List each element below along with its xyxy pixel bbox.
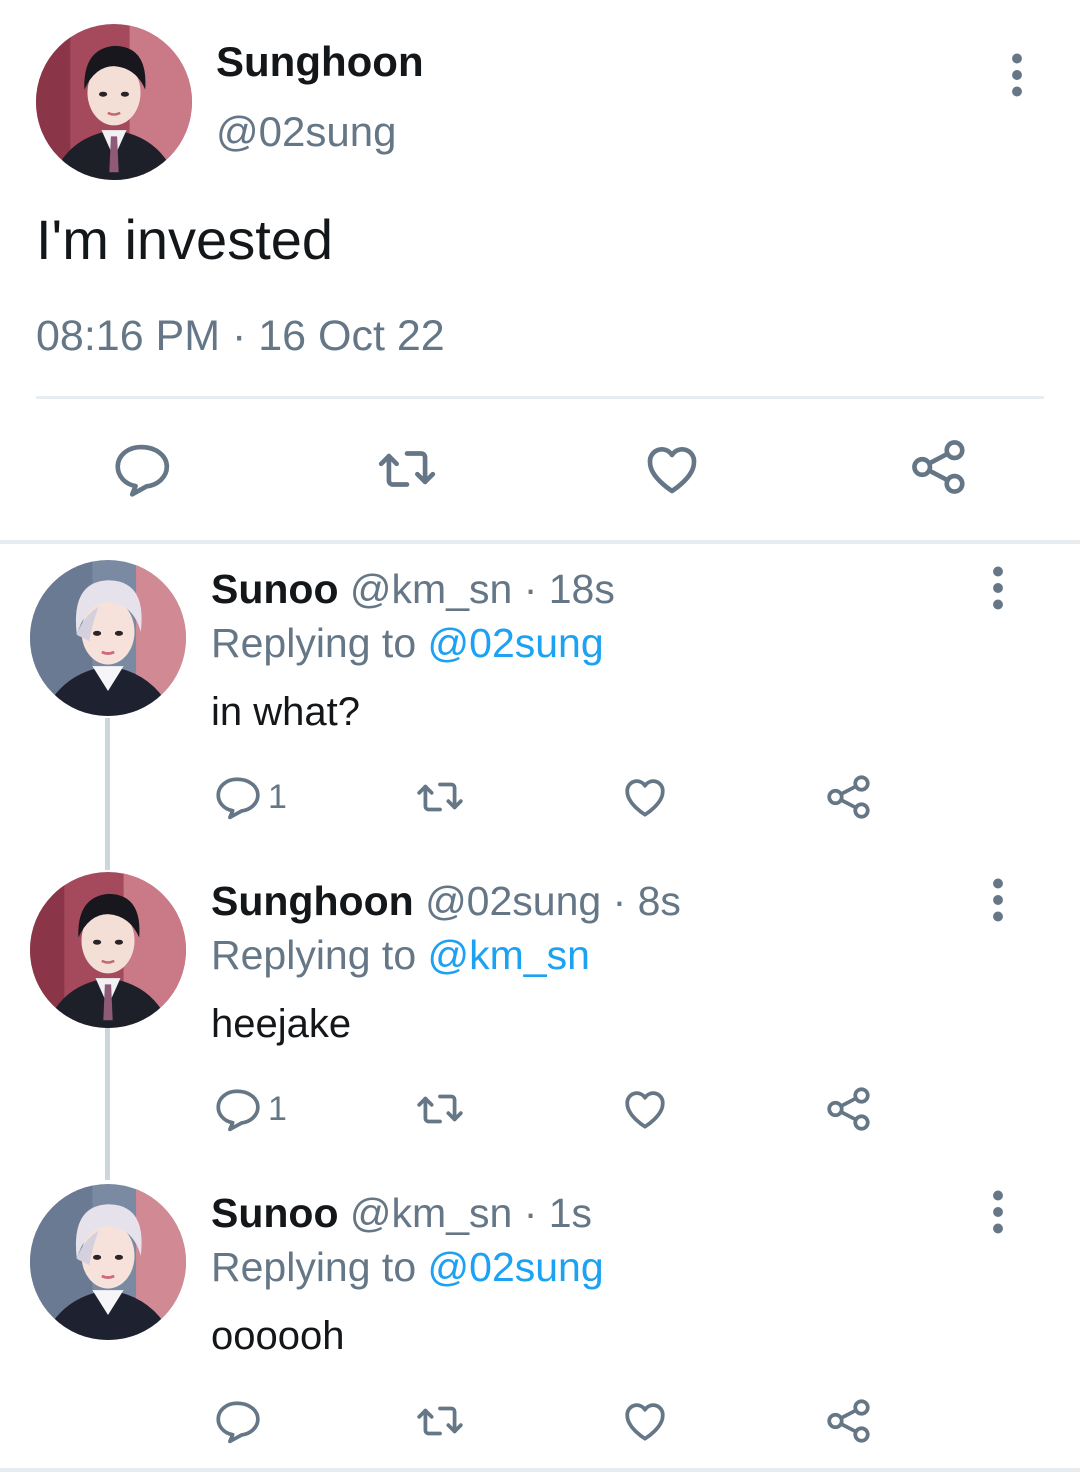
reply-text: in what? <box>211 690 360 734</box>
avatar[interactable] <box>36 24 192 180</box>
retweet-icon <box>412 1396 468 1446</box>
divider <box>36 396 1044 399</box>
like-button[interactable] <box>620 772 670 822</box>
like-button[interactable] <box>620 1396 670 1446</box>
retweet-button[interactable] <box>412 772 468 822</box>
more-options-button[interactable] <box>978 1182 1018 1242</box>
reply-button[interactable]: 1 <box>212 772 287 822</box>
reply-header: Sunoo @km_sn · 18s <box>211 566 615 613</box>
retweet-icon <box>374 438 440 500</box>
mention-link[interactable]: @02sung <box>428 620 604 666</box>
like-button[interactable] <box>641 438 703 500</box>
reply-button[interactable]: 1 <box>212 1084 287 1134</box>
reply-icon <box>212 1396 262 1446</box>
share-button[interactable] <box>824 772 874 822</box>
more-vertical-icon <box>991 566 1005 610</box>
more-vertical-icon <box>991 878 1005 922</box>
bottom-divider <box>0 1468 1080 1472</box>
retweet-button[interactable] <box>374 438 440 500</box>
share-icon <box>824 772 874 822</box>
avatar-sunghoon <box>30 872 186 1028</box>
reply-text: heejake <box>211 1002 352 1046</box>
more-vertical-icon <box>1010 53 1024 97</box>
avatar-sunghoon <box>36 24 192 180</box>
reply-meta: @02sung · 8s <box>413 878 681 924</box>
reply-count: 1 <box>268 1089 287 1128</box>
reply-icon <box>110 438 172 500</box>
replying-to-label: Replying to <box>211 932 428 978</box>
share-icon <box>824 1084 874 1134</box>
reply-header: Sunghoon @02sung · 8s <box>211 878 681 925</box>
share-button[interactable] <box>824 1396 874 1446</box>
more-options-button[interactable] <box>978 870 1018 930</box>
avatar-sunoo <box>30 1184 186 1340</box>
like-icon <box>620 772 670 822</box>
more-options-button[interactable] <box>978 558 1018 618</box>
mention-link[interactable]: @km_sn <box>428 932 590 978</box>
retweet-icon <box>412 772 468 822</box>
replying-to: Replying to @km_sn <box>211 932 590 979</box>
retweet-button[interactable] <box>412 1084 468 1134</box>
tweet-text: I'm invested <box>36 208 334 271</box>
thread-line <box>105 1028 110 1180</box>
share-button[interactable] <box>824 1084 874 1134</box>
reply-icon <box>212 772 262 822</box>
reply-button[interactable] <box>110 438 172 500</box>
reply-button[interactable] <box>212 1396 268 1446</box>
reply-icon <box>212 1084 262 1134</box>
mention-link[interactable]: @02sung <box>428 1244 604 1290</box>
more-options-button[interactable] <box>997 45 1037 105</box>
avatar-sunoo <box>30 560 186 716</box>
reply-text: oooooh <box>211 1314 345 1358</box>
reply-header: Sunoo @km_sn · 1s <box>211 1190 592 1237</box>
reply-author-name[interactable]: Sunghoon <box>211 878 414 924</box>
replying-to: Replying to @02sung <box>211 620 604 667</box>
replying-to-label: Replying to <box>211 620 428 666</box>
reply-meta: @km_sn · 1s <box>338 1190 593 1236</box>
main-author-name[interactable]: Sunghoon <box>216 38 424 86</box>
thread-line <box>105 718 110 870</box>
avatar[interactable] <box>30 872 186 1028</box>
retweet-button[interactable] <box>412 1396 468 1446</box>
reply-author-name[interactable]: Sunoo <box>211 566 339 612</box>
tweet-timestamp[interactable]: 08:16 PM · 16 Oct 22 <box>36 312 445 361</box>
replying-to: Replying to @02sung <box>211 1244 604 1291</box>
reply-count: 1 <box>268 777 287 816</box>
section-divider <box>0 540 1080 544</box>
like-icon <box>620 1396 670 1446</box>
like-button[interactable] <box>620 1084 670 1134</box>
reply-meta: @km_sn · 18s <box>338 566 615 612</box>
share-button[interactable] <box>908 436 970 498</box>
share-icon <box>824 1396 874 1446</box>
replying-to-label: Replying to <box>211 1244 428 1290</box>
like-icon <box>641 438 703 500</box>
reply-author-name[interactable]: Sunoo <box>211 1190 339 1236</box>
main-author-handle[interactable]: @02sung <box>216 108 396 156</box>
share-icon <box>908 436 970 498</box>
avatar[interactable] <box>30 560 186 716</box>
like-icon <box>620 1084 670 1134</box>
avatar[interactable] <box>30 1184 186 1340</box>
retweet-icon <box>412 1084 468 1134</box>
more-vertical-icon <box>991 1190 1005 1234</box>
